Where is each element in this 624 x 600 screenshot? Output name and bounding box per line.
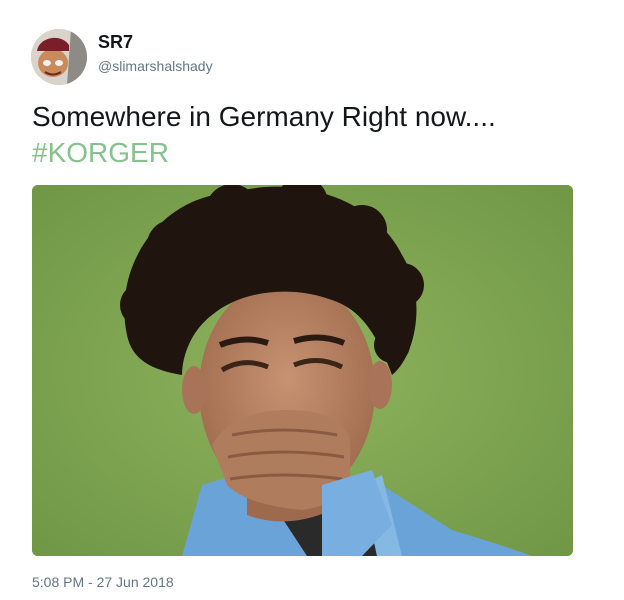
tweet-body: Somewhere in Germany Right now....: [32, 101, 496, 132]
avatar-image: [31, 29, 87, 85]
user-handle[interactable]: @slimarshalshady: [98, 57, 213, 75]
tweet-timestamp[interactable]: 5:08 PM - 27 Jun 2018: [32, 573, 174, 591]
tweet-card: SR7 @slimarshalshady Somewhere in German…: [0, 0, 624, 600]
tweet-photo[interactable]: [32, 185, 573, 556]
tweet-text: Somewhere in Germany Right now.... #KORG…: [32, 99, 602, 171]
photo-laughing-player: [32, 185, 573, 556]
hashtag-link[interactable]: #KORGER: [32, 135, 602, 171]
display-name[interactable]: SR7: [98, 31, 133, 53]
avatar[interactable]: [31, 29, 87, 85]
